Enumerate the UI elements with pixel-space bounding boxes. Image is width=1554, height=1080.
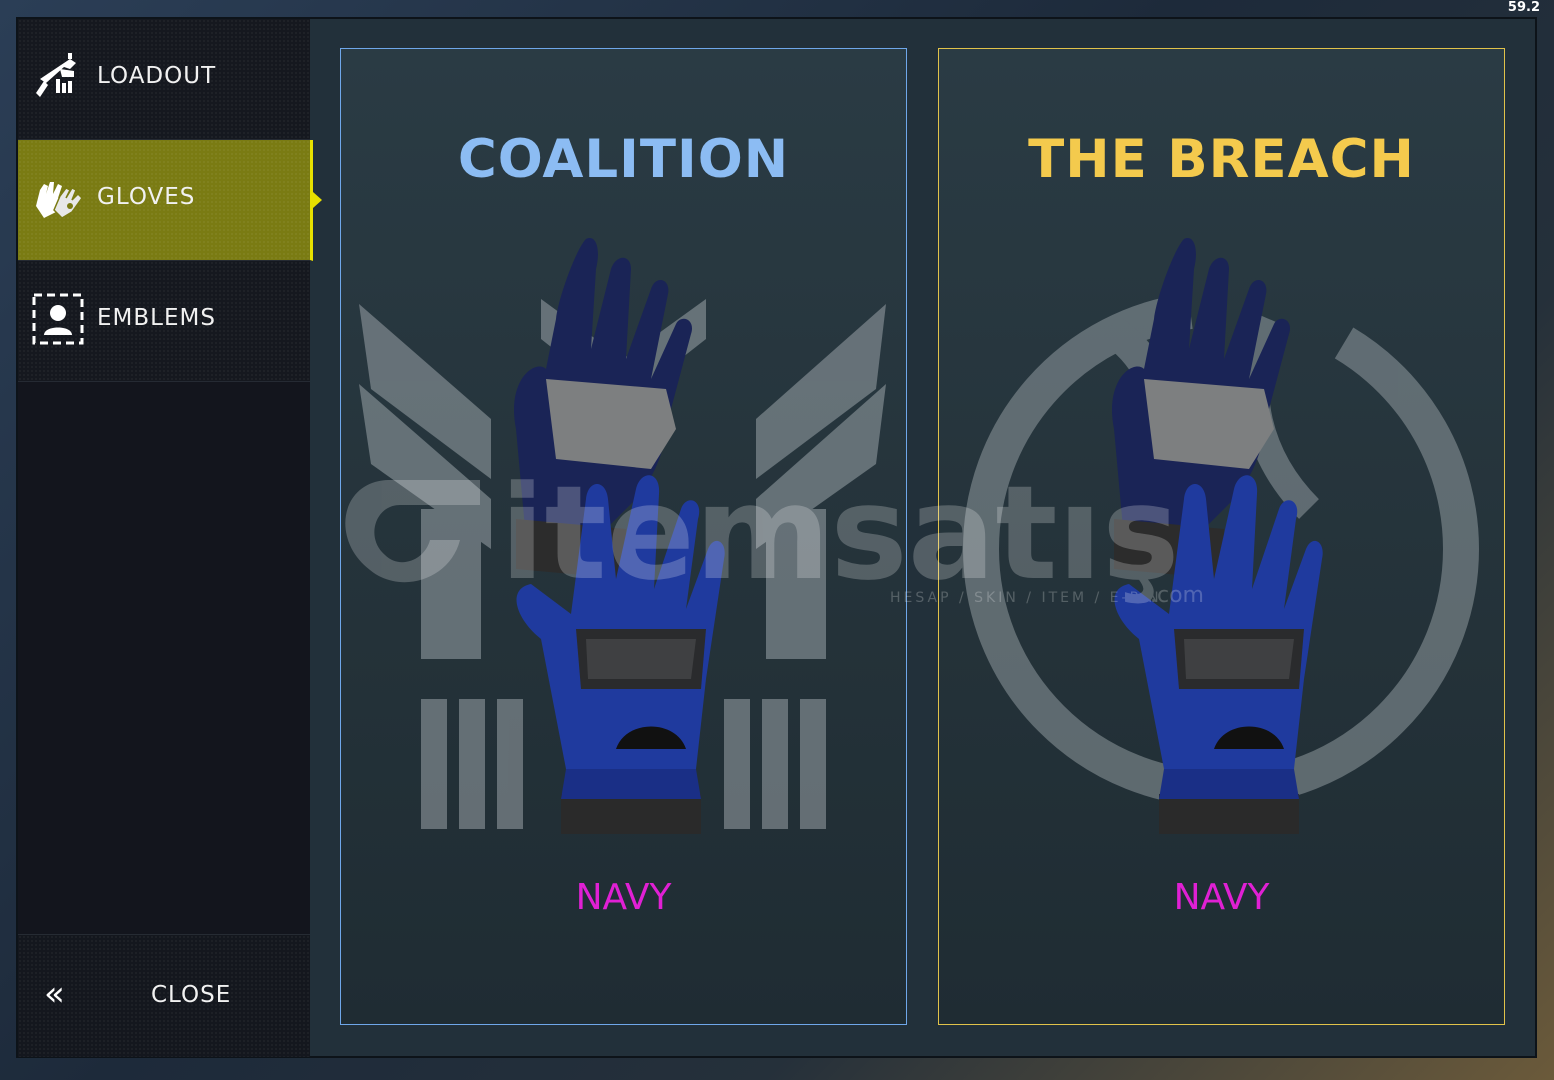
sidebar-item-gloves[interactable]: GLOVES [18,140,322,261]
gloves-icon [36,182,83,219]
sidebar-item-emblems[interactable]: EMBLEMS [18,261,310,382]
sidebar-item-label: EMBLEMS [97,305,216,331]
faction-card-breach[interactable]: THE BREACH NAVY [938,48,1505,1025]
navy-gloves-image [1111,238,1323,834]
fps-counter: 59.2 [1507,0,1540,15]
loadout-icon [36,53,76,97]
sidebar-item-loadout[interactable]: LOADOUT [18,19,310,140]
card-variant: NAVY [1173,877,1270,918]
card-title: COALITION [457,129,790,190]
double-chevron-left-icon: « [44,974,65,1014]
active-indicator [313,192,322,208]
sidebar-item-label: LOADOUT [97,63,217,89]
sidebar-item-label: GLOVES [97,184,196,210]
gloves-window: LOADOUT GLOVES EMBLEMS « CLOSE COALITION… [18,19,1535,1057]
navy-gloves-image [513,238,725,834]
emblems-icon [32,293,84,345]
faction-card-coalition[interactable]: COALITION NAVY [340,48,907,1025]
sidebar: LOADOUT GLOVES EMBLEMS « CLOSE [18,19,322,1057]
card-variant: NAVY [575,877,672,918]
card-title: THE BREACH [1028,129,1415,190]
close-label: CLOSE [151,982,232,1008]
close-button[interactable]: « CLOSE [18,934,310,1057]
